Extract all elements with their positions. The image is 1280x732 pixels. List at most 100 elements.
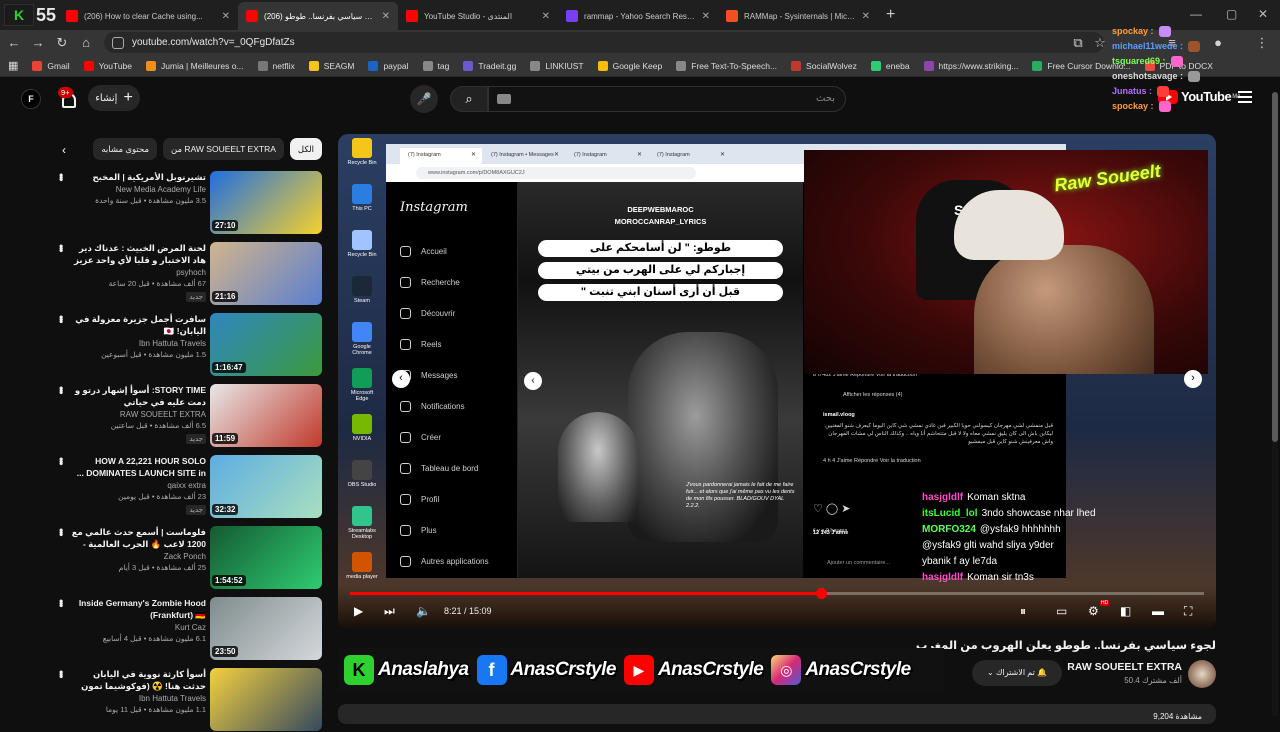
apps-grid-icon[interactable]: ▦ — [8, 59, 18, 72]
url-text[interactable]: youtube.com/watch?v=_0QFgDfatZs — [132, 37, 295, 48]
filter-chip[interactable]: الكل — [289, 138, 322, 160]
forward-icon[interactable]: → — [26, 35, 50, 50]
omnibox[interactable]: youtube.com/watch?v=_0QFgDfatZs — [104, 32, 1104, 53]
browser-tab[interactable]: RAMMap - Sysinternals | Micros... ✕ — [718, 2, 878, 30]
more-actions-icon[interactable]: ••• — [54, 599, 68, 606]
browser-tab[interactable]: (206) How to clear Cache using... ✕ — [58, 2, 238, 30]
recommendation-item[interactable]: 21:16 لحنة المرض الخبيث : عدناك دير هاد ا… — [50, 242, 322, 306]
play-icon[interactable]: ▶ — [354, 604, 363, 618]
video-thumbnail[interactable] — [210, 668, 322, 731]
browser-tab[interactable]: YouTube Studio - المنتدى ✕ — [398, 2, 558, 30]
new-tab-button[interactable]: + — [886, 6, 895, 24]
recommendation-item[interactable]: 1:54:52 فلوماست | أسمع حدث عالمي مع 1200 … — [50, 526, 322, 590]
filter-chip[interactable]: من RAW SOUEELT EXTRA — [163, 138, 284, 160]
more-actions-icon[interactable]: ••• — [54, 173, 68, 180]
channel-name[interactable]: RAW SOUEELT EXTRA — [68, 410, 206, 419]
tab-close-icon[interactable]: ✕ — [856, 11, 870, 22]
scrollbar-thumb[interactable] — [1272, 92, 1278, 442]
browser-tab[interactable]: rammap - Yahoo Search Results ✕ — [558, 2, 718, 30]
video-thumbnail[interactable]: 23:50 — [210, 597, 322, 660]
tab-close-icon[interactable]: ✕ — [216, 11, 230, 22]
bookmark-item[interactable]: LINKIUST — [530, 60, 584, 71]
pause-toggle-icon[interactable]: ⏸ — [1020, 604, 1026, 619]
video-title[interactable]: Inside Germany's Zombie Hood (Frankfurt)… — [68, 597, 206, 621]
video-title[interactable]: تشيرنوبل الأمريكية | المخبح — [68, 171, 206, 183]
bookmark-item[interactable]: tag — [422, 60, 449, 71]
theater-mode-icon[interactable]: ▬ — [1152, 604, 1164, 618]
more-actions-icon[interactable]: ••• — [54, 244, 68, 251]
bookmark-item[interactable]: paypal — [368, 60, 409, 71]
recommendation-item[interactable]: 32:32 HOW A 22,221 HOUR SOLO DOMINATES LA… — [50, 455, 322, 519]
video-title[interactable]: أسوأ كارثة نووية في اليابان حدثت هنا! ☢️… — [68, 668, 206, 692]
volume-icon[interactable]: 🔈 — [416, 604, 431, 618]
account-avatar[interactable]: F — [21, 89, 41, 109]
recommendation-item[interactable]: 1:16:47 سافرت أجمل جزيرة معزولة في اليابا… — [50, 313, 322, 377]
recommendation-item[interactable]: 11:59 STORY TIME: أسوأ إشهار درتو و دمت ع… — [50, 384, 322, 448]
bookmark-item[interactable]: Google Keep — [597, 60, 662, 71]
site-info-icon[interactable] — [112, 36, 124, 49]
notifications-button[interactable]: 9+ — [58, 87, 80, 111]
video-thumbnail[interactable]: 32:32 — [210, 455, 322, 518]
video-thumbnail[interactable]: 1:54:52 — [210, 526, 322, 589]
video-title[interactable]: لحنة المرض الخبيث : عدناك دير هاد الاختب… — [68, 242, 206, 266]
description-box[interactable]: 9,204 مشاهدة — [338, 704, 1216, 724]
more-actions-icon[interactable]: ••• — [54, 457, 68, 464]
more-actions-icon[interactable]: ••• — [54, 528, 68, 535]
channel-avatar[interactable] — [1188, 660, 1216, 688]
bookmark-item[interactable]: Free Text-To-Speech... — [676, 60, 777, 71]
channel-name[interactable]: psyhoch — [68, 268, 206, 277]
channel-name[interactable]: New Media Academy Life — [68, 185, 206, 194]
channel-name[interactable]: Ibn Hattuta Travels — [68, 694, 206, 703]
channel-name[interactable]: Ibn Hattuta Travels — [68, 339, 206, 348]
bookmark-item[interactable]: eneba — [870, 60, 910, 71]
bookmark-item[interactable]: https://www.striking... — [923, 60, 1018, 71]
keyboard-icon[interactable] — [497, 94, 511, 104]
bookmark-item[interactable]: netflix — [257, 60, 295, 71]
scrubber-handle[interactable] — [815, 588, 827, 599]
post-prev-icon[interactable]: ‹ — [524, 372, 542, 390]
tab-close-icon[interactable]: ✕ — [376, 11, 390, 22]
video-title[interactable]: سافرت أجمل جزيرة معزولة في اليابان! 🇯🇵 — [68, 313, 206, 337]
install-app-icon[interactable]: ⧉ — [1066, 35, 1090, 51]
prev-arrow-icon[interactable]: ‹ — [392, 370, 410, 388]
comment-user[interactable]: ismail.vloog — [823, 412, 855, 418]
create-button[interactable]: إنشاء + — [88, 85, 140, 111]
tab-search-icon[interactable]: K — [4, 4, 34, 26]
more-actions-icon[interactable]: ••• — [54, 386, 68, 393]
video-title[interactable]: فلوماست | أسمع حدث عالمي مع 1200 لاعب 🔥 … — [68, 526, 206, 550]
filter-chip[interactable]: محتوى مشابه — [93, 138, 158, 160]
video-title[interactable]: HOW A 22,221 HOUR SOLO DOMINATES LAUNCH … — [68, 455, 206, 479]
channel-name[interactable]: RAW SOUEELT EXTRA — [1040, 661, 1182, 673]
video-title[interactable]: STORY TIME: أسوأ إشهار درتو و دمت عليه ف… — [68, 384, 206, 408]
video-thumbnail[interactable]: 27:10 — [210, 171, 322, 234]
bookmark-star-icon[interactable]: ☆ — [1088, 35, 1112, 51]
video-thumbnail[interactable]: 1:16:47 — [210, 313, 322, 376]
video-player[interactable]: Recycle Bin This PC Recycle Bin Steam Google… — [338, 134, 1216, 628]
recommendation-item[interactable]: أسوأ كارثة نووية في اليابان حدثت هنا! ☢️… — [50, 668, 322, 732]
fullscreen-icon[interactable]: ⛶ — [1184, 604, 1192, 619]
reload-icon[interactable]: ↻ — [50, 35, 74, 51]
see-replies[interactable]: Afficher les réponses (4) — [843, 392, 1093, 398]
bookmark-item[interactable]: YouTube — [83, 60, 132, 71]
channel-name[interactable]: Kurt Caz — [68, 623, 206, 632]
video-thumbnail[interactable]: 21:16 — [210, 242, 322, 305]
settings-icon[interactable]: ⚙ — [1088, 604, 1099, 618]
tab-close-icon[interactable]: ✕ — [696, 11, 710, 22]
browser-tab[interactable]: (206) لجوء سياسي بفرنسا.. طوطو...✕ — [238, 2, 399, 30]
bookmark-item[interactable]: Jumia | Meilleures o... — [146, 60, 244, 71]
voice-search-button[interactable]: 🎤 — [410, 85, 438, 113]
more-actions-icon[interactable]: ••• — [54, 315, 68, 322]
more-actions-icon[interactable]: ••• — [54, 670, 68, 677]
next-arrow-icon[interactable]: › — [1184, 370, 1202, 388]
bookmark-item[interactable]: SocialWolvez — [791, 60, 857, 71]
back-icon[interactable]: ← — [2, 35, 26, 50]
bookmark-item[interactable]: SEAGM — [308, 60, 354, 71]
channel-name[interactable]: qaixx extra — [68, 481, 206, 490]
channel-name[interactable]: Zack Ponch — [68, 552, 206, 561]
progress-bar[interactable] — [350, 588, 1204, 599]
recommendation-item[interactable]: 27:10 تشيرنوبل الأمريكية | المخبح New Medi… — [50, 171, 322, 235]
video-thumbnail[interactable]: 11:59 — [210, 384, 322, 447]
subtitles-icon[interactable]: ▭ — [1056, 604, 1067, 618]
bookmark-item[interactable]: Tradeit.gg — [463, 60, 516, 71]
tab-close-icon[interactable]: ✕ — [536, 11, 550, 22]
